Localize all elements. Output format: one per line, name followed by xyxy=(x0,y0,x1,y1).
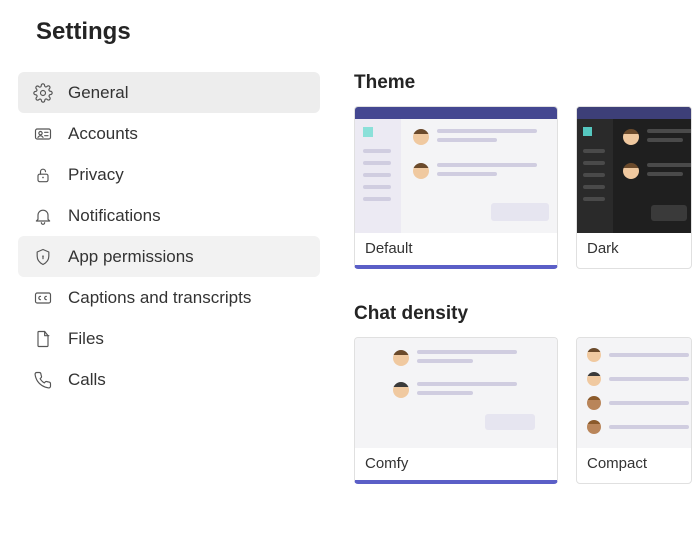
sidebar-item-label: Accounts xyxy=(68,124,138,144)
chat-density-section-title: Chat density xyxy=(354,303,700,325)
chat-density-option-compact[interactable]: Compact xyxy=(576,337,692,484)
page-title: Settings xyxy=(0,18,700,72)
file-icon xyxy=(32,328,54,350)
sidebar-item-privacy[interactable]: Privacy xyxy=(18,154,320,195)
chat-density-option-comfy[interactable]: Comfy xyxy=(354,337,558,484)
sidebar-item-label: App permissions xyxy=(68,247,194,267)
theme-options: Default Dark xyxy=(354,106,700,269)
sidebar-item-label: Files xyxy=(68,329,104,349)
sidebar-item-label: Privacy xyxy=(68,165,124,185)
sidebar-item-label: Captions and transcripts xyxy=(68,288,251,308)
sidebar-item-files[interactable]: Files xyxy=(18,318,320,359)
theme-dark-preview xyxy=(577,107,691,233)
chat-density-option-label: Comfy xyxy=(355,448,557,480)
compact-preview xyxy=(577,338,691,448)
bell-icon xyxy=(32,205,54,227)
sidebar-item-captions-transcripts[interactable]: Captions and transcripts xyxy=(18,277,320,318)
settings-sidebar: General Accounts Privacy Notifications A xyxy=(0,72,320,518)
theme-option-label: Dark xyxy=(577,233,691,265)
sidebar-item-label: Notifications xyxy=(68,206,161,226)
shield-icon xyxy=(32,246,54,268)
sidebar-item-notifications[interactable]: Notifications xyxy=(18,195,320,236)
cc-icon xyxy=(32,287,54,309)
id-card-icon xyxy=(32,123,54,145)
sidebar-item-label: General xyxy=(68,83,128,103)
sidebar-item-app-permissions[interactable]: App permissions xyxy=(18,236,320,277)
settings-main: Theme Default xyxy=(320,72,700,518)
chat-density-options: Comfy Compact xyxy=(354,337,700,484)
gear-icon xyxy=(32,82,54,104)
theme-option-default[interactable]: Default xyxy=(354,106,558,269)
comfy-preview xyxy=(355,338,557,448)
sidebar-item-calls[interactable]: Calls xyxy=(18,359,320,400)
chat-density-option-label: Compact xyxy=(577,448,691,480)
lock-icon xyxy=(32,164,54,186)
theme-default-preview xyxy=(355,107,557,233)
sidebar-item-general[interactable]: General xyxy=(18,72,320,113)
theme-option-dark[interactable]: Dark xyxy=(576,106,692,269)
theme-section-title: Theme xyxy=(354,72,700,94)
theme-option-label: Default xyxy=(355,233,557,265)
sidebar-item-label: Calls xyxy=(68,370,106,390)
sidebar-item-accounts[interactable]: Accounts xyxy=(18,113,320,154)
phone-icon xyxy=(32,369,54,391)
